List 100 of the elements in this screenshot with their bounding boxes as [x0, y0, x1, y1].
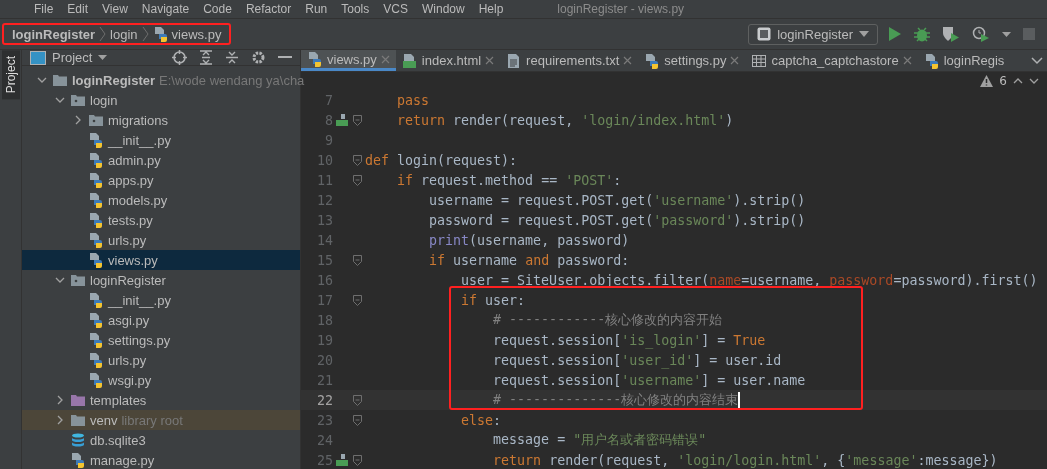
settings-icon[interactable]: [251, 50, 266, 65]
menu-item[interactable]: File: [34, 2, 54, 16]
code-line: return render(request, 'login/login.html', {'message':message}): [492, 452, 998, 468]
collapse-all-icon[interactable]: [225, 50, 239, 65]
html-link-icon[interactable]: [335, 453, 349, 467]
line-number: 22: [316, 392, 333, 408]
menu-item[interactable]: Edit: [67, 2, 89, 16]
html-link-icon[interactable]: [335, 113, 349, 127]
tree-item-label: templates: [90, 392, 147, 408]
tree-item[interactable]: login: [22, 90, 300, 110]
bug-icon[interactable]: [914, 26, 930, 42]
fold-marker-icon[interactable]: [352, 174, 362, 186]
breadcrumb-item[interactable]: loginRegister: [12, 26, 96, 42]
editor-tab[interactable]: requirements.txt: [500, 50, 639, 71]
project-tool-tab[interactable]: Project: [1, 50, 20, 100]
window-title: loginRegister - views.py: [557, 2, 685, 16]
tree-item[interactable]: db.sqlite3: [22, 430, 300, 450]
menu-item[interactable]: View: [102, 2, 128, 16]
package-folder-icon: [70, 92, 86, 108]
menu-item[interactable]: Tools: [341, 2, 370, 16]
editor-tab[interactable]: index.html: [395, 50, 501, 71]
locate-icon[interactable]: [172, 50, 187, 65]
chevron-up-icon[interactable]: [1013, 78, 1023, 84]
menu-item[interactable]: Refactor: [245, 2, 292, 16]
tree-item[interactable]: loginRegister: [22, 270, 300, 290]
tree-item-label: wsgi.py: [108, 372, 152, 388]
close-icon[interactable]: [730, 56, 740, 65]
line-number: 23: [316, 412, 333, 428]
menu-item[interactable]: Code: [203, 2, 232, 16]
fold-marker-icon[interactable]: [352, 254, 362, 266]
tree-item-label: apps.py: [108, 172, 154, 188]
clock-run-icon[interactable]: [972, 26, 990, 42]
package-folder-icon: [88, 112, 104, 128]
close-icon[interactable]: [902, 56, 912, 65]
chevron-right-icon: [99, 26, 107, 42]
menu-item[interactable]: VCS: [383, 2, 408, 16]
warning-count[interactable]: 6: [999, 74, 1007, 88]
line-number: 19: [316, 332, 333, 348]
python-file-icon: [70, 452, 86, 468]
caret-icon: [859, 31, 869, 37]
editor-tab[interactable]: loginRegis: [917, 50, 1011, 71]
fold-marker-icon[interactable]: [352, 414, 362, 426]
python-file-icon: [88, 212, 104, 228]
menu-item[interactable]: Navigate: [141, 2, 190, 16]
code-line: def login(request):: [364, 152, 518, 168]
run-configuration-dropdown[interactable]: loginRegister: [748, 23, 878, 45]
chevron-down-icon[interactable]: [55, 275, 65, 285]
tree-item[interactable]: wsgi.py: [22, 370, 300, 390]
tree-item[interactable]: asgi.py: [22, 310, 300, 330]
code-line: # --------------核心修改的内容结束: [492, 391, 741, 409]
tree-item-label: __init__.py: [108, 292, 171, 308]
python-file-icon: [88, 292, 104, 308]
close-icon[interactable]: [485, 56, 495, 65]
run-icon[interactable]: [888, 26, 902, 42]
tree-item-label: models.py: [108, 192, 168, 208]
tree-item[interactable]: urls.py: [22, 230, 300, 250]
chevron-down-icon[interactable]: [1029, 78, 1039, 84]
menu-item[interactable]: Run: [305, 2, 328, 16]
folder-icon: [70, 412, 86, 428]
line-number: 13: [316, 212, 333, 228]
editor-tab[interactable]: views.py: [301, 50, 396, 71]
tree-item[interactable]: settings.py: [22, 330, 300, 350]
tree-item-label: db.sqlite3: [90, 432, 146, 448]
tree-item[interactable]: urls.py: [22, 350, 300, 370]
warning-icon[interactable]: [980, 75, 994, 87]
fold-marker-icon[interactable]: [352, 114, 362, 126]
menu-item[interactable]: Window: [421, 2, 465, 16]
breadcrumb-item[interactable]: login: [110, 26, 138, 42]
tree-item[interactable]: tests.py: [22, 210, 300, 230]
tree-item[interactable]: views.py: [22, 250, 300, 270]
fold-marker-icon[interactable]: [352, 154, 362, 166]
expand-all-icon[interactable]: [199, 50, 213, 65]
line-number: 17: [316, 292, 333, 308]
tree-item[interactable]: __init__.py: [22, 290, 300, 310]
tree-item[interactable]: venv library root: [22, 410, 300, 430]
fold-marker-icon[interactable]: [352, 394, 362, 406]
tree-item[interactable]: manage.py: [22, 450, 300, 469]
python-file-icon: [88, 332, 104, 348]
editor-tab[interactable]: captcha_captchastore: [745, 50, 918, 71]
chevron-right-icon[interactable]: [73, 115, 83, 125]
chevron-down-icon[interactable]: [1031, 56, 1043, 65]
line-number: 25: [316, 452, 333, 468]
tree-item[interactable]: migrations: [22, 110, 300, 130]
tree-item[interactable]: admin.py: [22, 150, 300, 170]
fold-marker-icon[interactable]: [352, 294, 362, 306]
chevron-right-icon: [141, 26, 149, 42]
minimize-icon[interactable]: [278, 56, 292, 59]
tree-item[interactable]: apps.py: [22, 170, 300, 190]
tree-item-label: __init__.py: [108, 132, 171, 148]
breadcrumb-item[interactable]: views.py: [171, 26, 222, 42]
tree-item[interactable]: models.py: [22, 190, 300, 210]
project-view-dropdown[interactable]: Project: [30, 50, 108, 65]
menu-item[interactable]: Help: [478, 2, 504, 16]
fold-marker-icon[interactable]: [352, 454, 362, 466]
shield-run-icon[interactable]: [942, 26, 960, 42]
tree-item[interactable]: __init__.py: [22, 130, 300, 150]
caret-icon[interactable]: [1002, 31, 1011, 37]
tree-item[interactable]: templates: [22, 390, 300, 410]
editor-tab[interactable]: settings.py: [638, 50, 746, 71]
close-icon[interactable]: [623, 56, 633, 65]
